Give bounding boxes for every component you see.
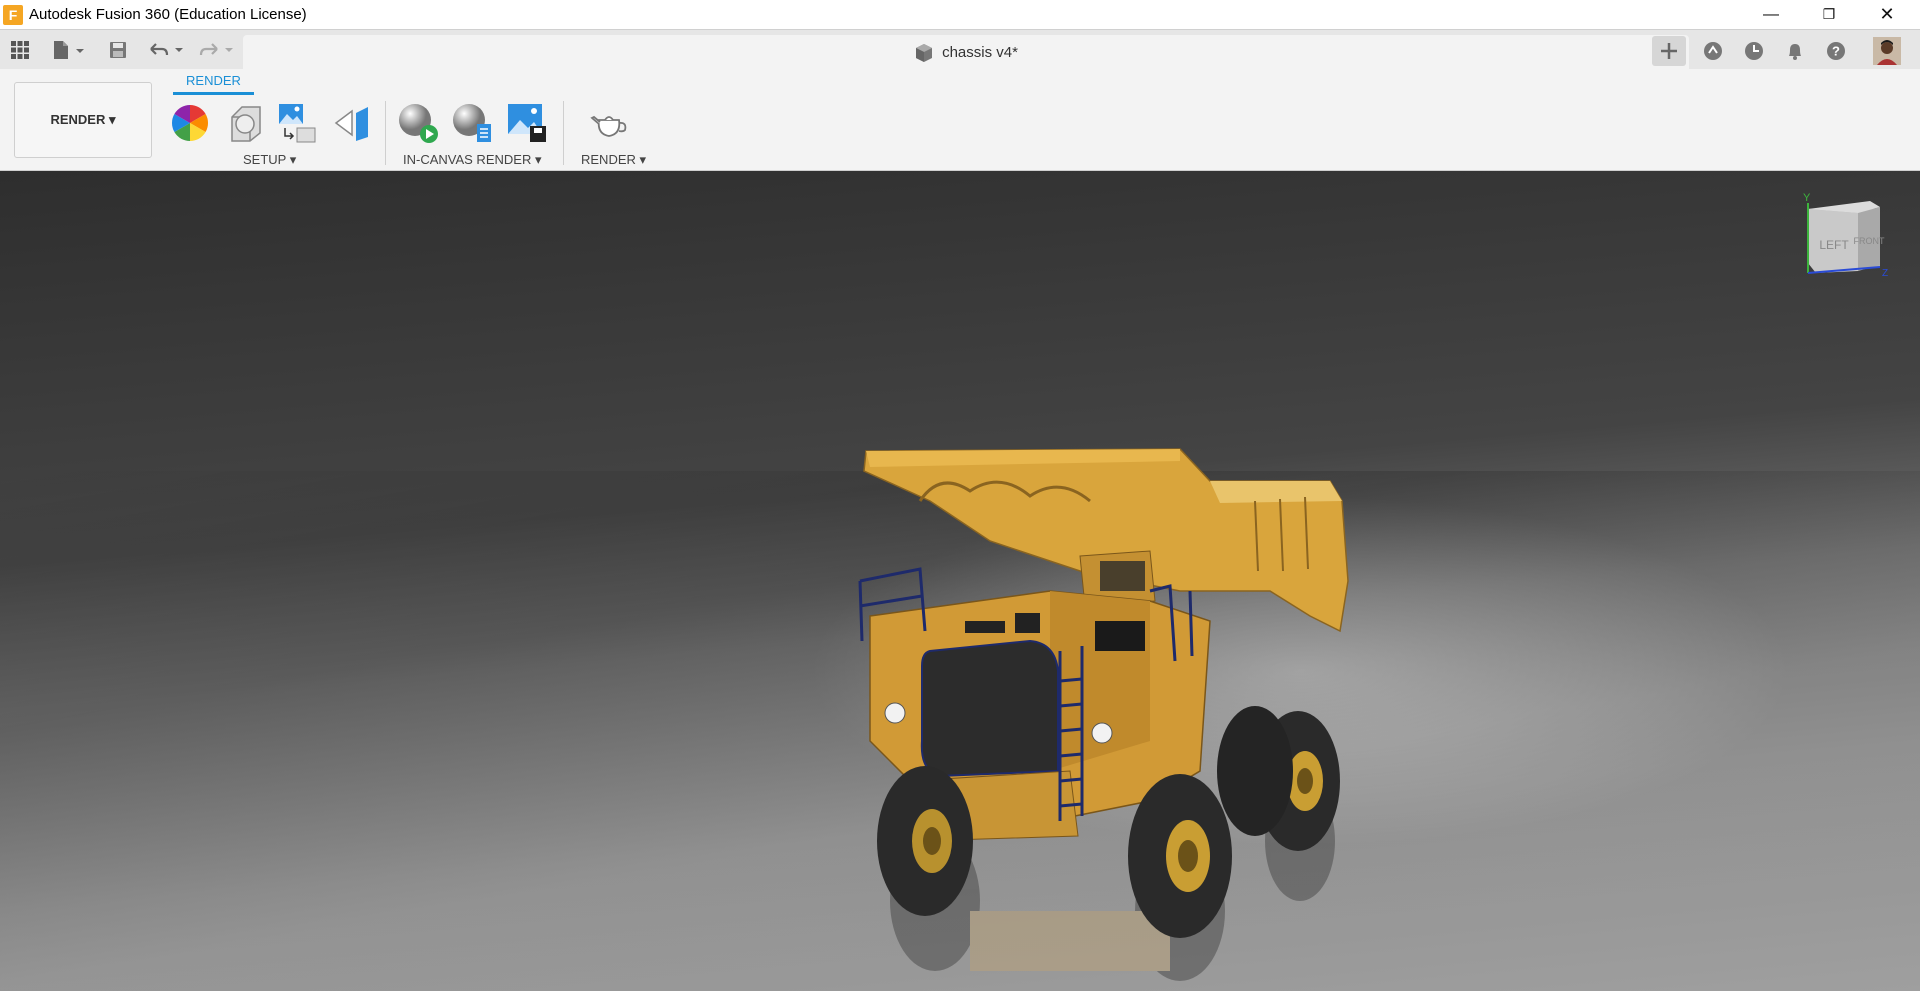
appearance-button[interactable] — [222, 101, 266, 145]
render-sphere-play-icon — [399, 104, 438, 143]
window-title: Autodesk Fusion 360 (Education License) — [29, 6, 307, 23]
decal-button[interactable] — [330, 101, 374, 145]
headlight-right — [1091, 722, 1113, 744]
front-left-tire — [877, 766, 973, 916]
viewcube-navigation[interactable]: LEFT FRONT Y Z — [1798, 187, 1898, 277]
render-sphere-settings-icon — [453, 104, 491, 142]
texture-map-icon — [279, 104, 316, 143]
file-icon — [54, 41, 84, 59]
teapot-icon — [590, 115, 627, 137]
group-label-setup[interactable]: SETUP ▾ — [243, 152, 296, 168]
user-avatar[interactable] — [1870, 36, 1904, 66]
redo-button[interactable] — [195, 36, 237, 64]
job-status-button[interactable] — [1737, 36, 1771, 66]
help-button[interactable]: ? — [1819, 36, 1853, 66]
scene-settings-button[interactable] — [168, 101, 212, 145]
front-right-tire — [1128, 774, 1232, 938]
in-canvas-render-button[interactable] — [396, 101, 440, 145]
extensions-button[interactable] — [1696, 36, 1730, 66]
tab-bar: chassis v4* ✕ ? — [0, 29, 1920, 70]
notifications-button[interactable] — [1778, 36, 1812, 66]
bell-icon — [1789, 44, 1801, 60]
color-wheel-icon — [171, 105, 209, 141]
plus-icon — [1661, 43, 1677, 59]
capture-image-button[interactable] — [505, 101, 549, 145]
viewcube-z-axis-label: Z — [1882, 268, 1888, 277]
tab-render[interactable]: RENDER — [173, 73, 254, 95]
help-icon: ? — [1827, 42, 1845, 60]
redo-icon — [199, 43, 233, 56]
grid-icon — [11, 41, 29, 59]
file-menu-button[interactable] — [48, 36, 88, 64]
save-icon — [110, 42, 126, 58]
appearance-icon — [231, 106, 261, 142]
undo-button[interactable] — [145, 36, 187, 64]
in-canvas-settings-button[interactable] — [450, 101, 494, 145]
data-panel-button[interactable] — [8, 36, 32, 64]
radiator-grille — [920, 639, 1059, 778]
ribbon-divider — [385, 101, 386, 165]
document-tab[interactable]: chassis v4* ✕ — [243, 35, 1689, 70]
viewcube-front-face-label[interactable]: FRONT — [1854, 236, 1885, 246]
rear-inner-tire — [1217, 706, 1293, 836]
texture-map-button[interactable] — [276, 101, 320, 145]
headlight-left — [884, 702, 906, 724]
app-logo-icon: F — [3, 4, 23, 25]
workspace-switcher[interactable]: RENDER ▾ — [14, 82, 152, 158]
clock-icon — [1745, 42, 1763, 60]
render-button[interactable] — [588, 101, 632, 145]
save-button[interactable] — [105, 36, 131, 64]
close-window-button[interactable]: ✕ — [1858, 0, 1916, 29]
restore-button[interactable]: ❐ — [1800, 0, 1858, 29]
new-tab-button[interactable] — [1652, 36, 1686, 66]
dump-truck-model[interactable] — [850, 441, 1370, 991]
toolbar-ribbon: RENDER ▾ RENDER SETUP ▾ IN-CANVAS RENDER… — [0, 69, 1920, 171]
group-label-render[interactable]: RENDER ▾ — [581, 152, 646, 168]
group-label-in-canvas-render[interactable]: IN-CANVAS RENDER ▾ — [403, 152, 541, 168]
decal-icon — [334, 107, 368, 141]
ribbon-divider — [563, 101, 564, 165]
component-cube-icon — [916, 43, 933, 62]
document-title: chassis v4* — [942, 44, 1018, 61]
extensions-icon — [1704, 42, 1722, 60]
undo-icon — [150, 43, 183, 56]
capture-image-icon — [508, 104, 546, 142]
viewcube-left-face-label[interactable]: LEFT — [1819, 238, 1849, 252]
viewcube-y-axis-label: Y — [1803, 192, 1811, 204]
minimize-button[interactable]: — — [1742, 0, 1800, 29]
canvas-viewport[interactable]: LEFT FRONT Y Z — [0, 171, 1920, 991]
avatar-icon — [1873, 37, 1901, 65]
svg-text:?: ? — [1832, 44, 1840, 59]
title-bar: F Autodesk Fusion 360 (Education License… — [0, 0, 1920, 29]
